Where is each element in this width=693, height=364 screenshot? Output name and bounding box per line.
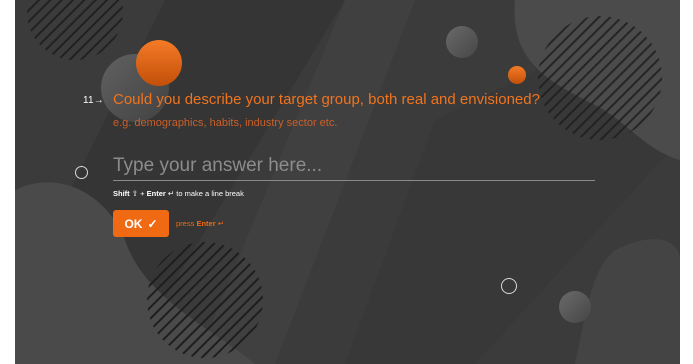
question-number: 11→: [83, 95, 104, 106]
press-enter-hint: press Enter ↵: [176, 219, 224, 228]
decorative-background: [15, 0, 680, 364]
question-description: e.g. demographics, habits, industry sect…: [113, 117, 338, 129]
ring-icon: [75, 166, 88, 179]
ring-icon: [501, 278, 517, 294]
form-canvas: 11→ Could you describe your target group…: [15, 0, 680, 364]
question-title: Could you describe your target group, bo…: [113, 91, 540, 108]
checkmark-icon: ✓: [147, 216, 158, 231]
enter-key-icon: ↵: [167, 189, 175, 198]
shift-key-icon: ⇧: [131, 189, 139, 198]
answer-input[interactable]: [113, 152, 595, 181]
ok-button[interactable]: OK ✓: [113, 210, 169, 237]
enter-key-icon: ↵: [217, 219, 224, 228]
arrow-right-icon: →: [93, 95, 104, 106]
line-break-hint: Shift ⇧ + Enter ↵ to make a line break: [113, 189, 244, 198]
